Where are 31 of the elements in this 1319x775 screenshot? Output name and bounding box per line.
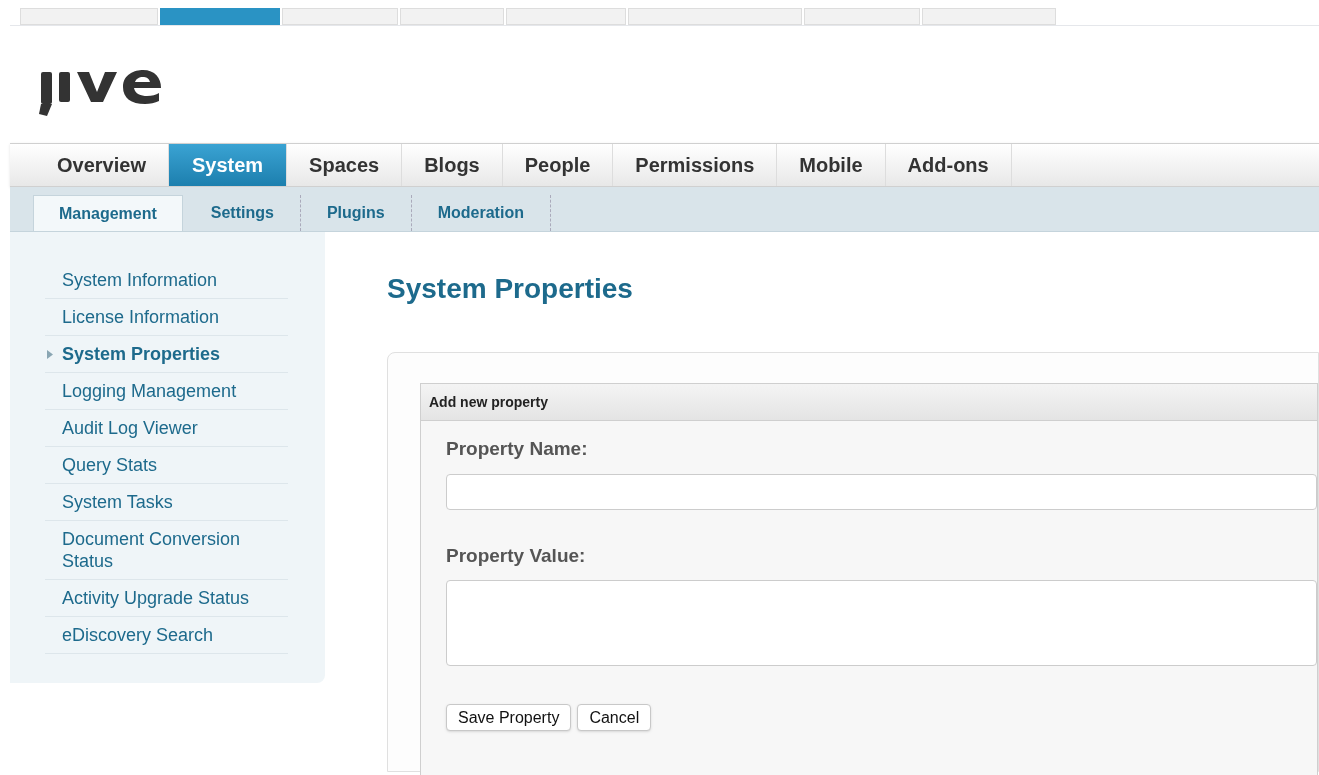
sidebar-item[interactable]: Audit Log Viewer bbox=[62, 417, 288, 439]
sidebar-item[interactable]: Query Stats bbox=[62, 454, 288, 476]
sidebar-item[interactable]: Logging Management bbox=[62, 380, 288, 402]
nav-tab[interactable]: Spaces bbox=[287, 144, 403, 186]
form-header: Add new property bbox=[421, 384, 1317, 421]
nav-tab[interactable]: System bbox=[168, 144, 288, 186]
sidebar-item[interactable]: System Properties bbox=[62, 343, 288, 365]
sidebar-item[interactable]: License Information bbox=[62, 306, 288, 328]
sub-tab[interactable]: Plugins bbox=[300, 195, 412, 231]
sidebar-item[interactable]: Activity Upgrade Status bbox=[62, 587, 288, 609]
field-label: Property Name: bbox=[446, 437, 589, 461]
sub-tab[interactable]: Management bbox=[33, 195, 183, 231]
arrow-icon bbox=[47, 350, 53, 359]
nav-tab[interactable]: Overview bbox=[35, 144, 169, 186]
nav-tab[interactable]: Blogs bbox=[402, 144, 503, 186]
sidebar-item[interactable]: System Tasks bbox=[62, 491, 288, 513]
sidebar-item[interactable]: eDiscovery Search bbox=[62, 624, 288, 646]
textarea-field[interactable] bbox=[446, 580, 1317, 666]
nav-tab[interactable]: People bbox=[502, 144, 614, 186]
sub-tab[interactable]: Moderation bbox=[411, 195, 551, 231]
sidebar-item[interactable]: System Information bbox=[62, 269, 288, 291]
nav-tab[interactable]: Mobile bbox=[777, 144, 886, 186]
sub-tab[interactable]: Settings bbox=[184, 195, 301, 231]
nav-tab[interactable]: Add-ons bbox=[885, 144, 1012, 186]
input-field[interactable] bbox=[446, 473, 1317, 510]
form-button[interactable]: Cancel bbox=[577, 704, 652, 731]
page-title: System Properties bbox=[387, 272, 634, 306]
nav-tab[interactable]: Permissions bbox=[613, 144, 778, 186]
sidebar-item[interactable]: Document Conversion Status bbox=[62, 528, 288, 572]
form-button[interactable]: Save Property bbox=[446, 704, 572, 731]
field-label: Property Value: bbox=[446, 543, 587, 568]
